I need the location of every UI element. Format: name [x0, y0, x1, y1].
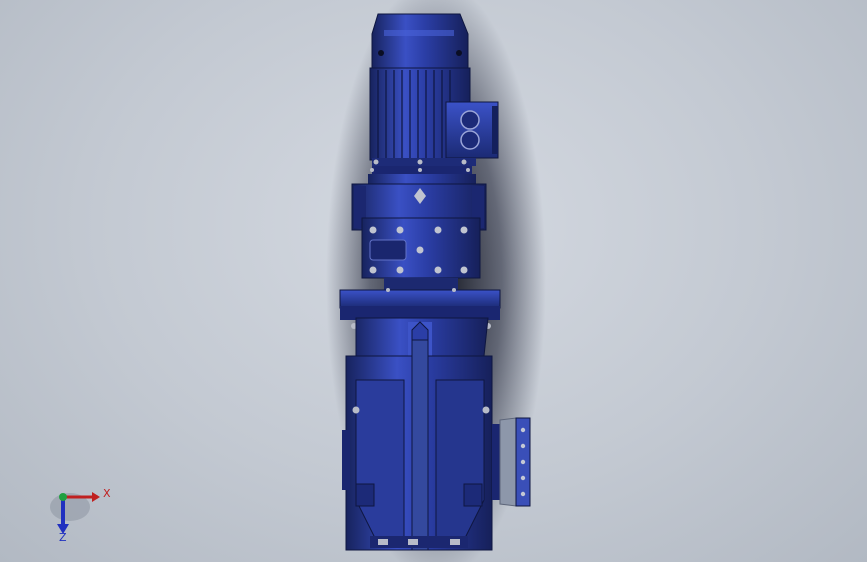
motor-end-cap	[371, 13, 469, 69]
output-flange[interactable]	[492, 417, 531, 507]
axis-x-label: X	[103, 487, 111, 500]
graphics-viewport[interactable]: X Z	[0, 0, 867, 562]
motor-adapter[interactable]	[368, 166, 476, 184]
cable-gland	[460, 110, 480, 130]
primary-gear-housing[interactable]	[351, 183, 487, 279]
gearmotor-model[interactable]	[0, 0, 867, 562]
coordinate-triad-icon	[50, 492, 100, 534]
nameplate	[369, 239, 407, 261]
main-gearbox[interactable]	[342, 317, 493, 551]
cable-gland	[460, 130, 480, 150]
terminal-box[interactable]	[445, 101, 499, 159]
axis-z-label: Z	[59, 531, 67, 544]
